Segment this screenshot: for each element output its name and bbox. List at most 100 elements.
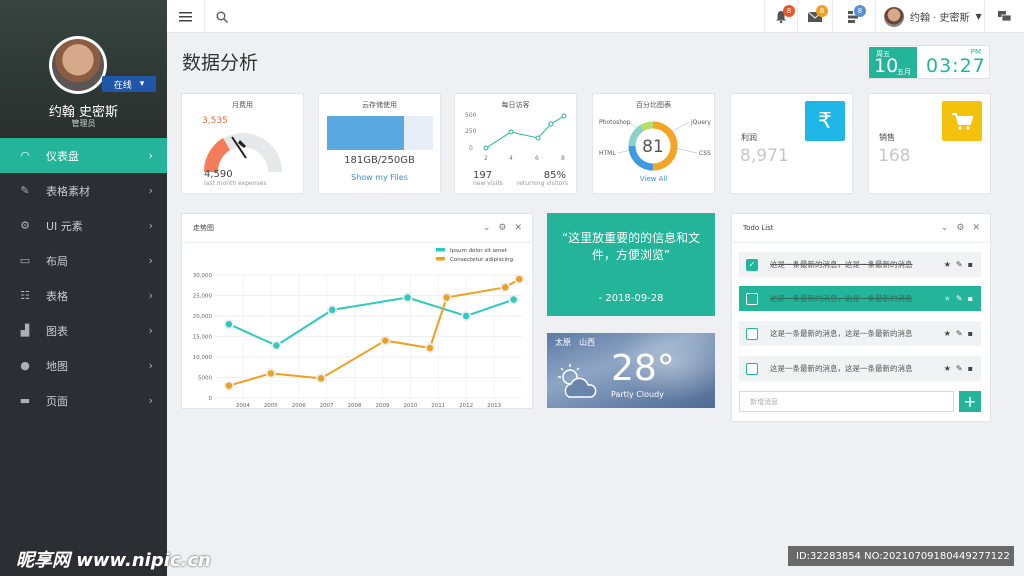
sidebar-item-dashboard[interactable]: ◠ 仪表盘 › bbox=[0, 138, 167, 173]
data-point bbox=[225, 321, 233, 328]
trash-icon[interactable]: ▪ bbox=[968, 260, 973, 269]
legend-label: jQuery bbox=[690, 119, 711, 126]
edit-icon[interactable]: ✎ bbox=[956, 329, 963, 338]
gear-icon[interactable]: ⚙ bbox=[498, 223, 506, 233]
todo-text: 这是一条最新的消息，这是一条最新的消息 bbox=[770, 329, 913, 338]
search-icon bbox=[216, 11, 228, 23]
legend-label: Ipsum dolor sit amet bbox=[450, 248, 508, 254]
edit-icon[interactable]: ✎ bbox=[956, 364, 963, 373]
month: 五月 bbox=[897, 68, 911, 76]
trash-icon[interactable]: ▪ bbox=[968, 364, 973, 373]
chevron-right-icon: › bbox=[148, 219, 153, 232]
avatar[interactable] bbox=[49, 36, 107, 94]
data-point bbox=[510, 296, 517, 303]
x-tick: 8 bbox=[561, 155, 565, 162]
series-line bbox=[228, 296, 514, 347]
trash-icon[interactable]: ▪ bbox=[968, 329, 973, 338]
sidebar-item-ui[interactable]: ⚙ UI 元素 › bbox=[0, 208, 167, 243]
user-menu[interactable]: 约翰 · 史密斯 ▼ bbox=[875, 0, 985, 33]
clock-time: 03:27 bbox=[926, 55, 986, 77]
star-icon[interactable]: ★ bbox=[944, 329, 951, 338]
expense-caption: last month expenses bbox=[204, 180, 267, 187]
weather-panel: 太原 山西 28° Partly Cloudy bbox=[547, 333, 715, 408]
close-icon[interactable]: ✕ bbox=[514, 223, 522, 233]
topbar: 8 8 8 约翰 · 史密斯 ▼ bbox=[167, 0, 1024, 33]
data-point bbox=[462, 312, 470, 320]
menu-toggle-button[interactable] bbox=[167, 0, 205, 33]
gear-icon[interactable]: ⚙ bbox=[956, 223, 964, 233]
star-icon[interactable]: ★ bbox=[944, 364, 951, 373]
sidebar-item-label: 仪表盘 bbox=[46, 149, 79, 163]
table-icon: ☷ bbox=[20, 289, 30, 302]
returning-label: returning visitors bbox=[516, 180, 568, 187]
edit-icon[interactable]: ✎ bbox=[956, 294, 963, 303]
pencil-icon: ✎ bbox=[20, 184, 30, 197]
view-all-link[interactable]: View All bbox=[593, 175, 714, 183]
y-tick-label: 15,000 bbox=[193, 335, 213, 341]
tasks-button[interactable]: 8 bbox=[833, 0, 875, 33]
sidebar-item-layout[interactable]: ▭ 布局 › bbox=[0, 243, 167, 278]
profit-label: 利润 bbox=[741, 133, 757, 142]
todo-item[interactable]: ✓ 这是一条最新的消息，这是一条最新的消息 ★ ✎ ▪ bbox=[739, 252, 981, 277]
day-number: 10 bbox=[874, 55, 899, 77]
todo-item[interactable]: 这是一条最新的消息，这是一条最新的消息 ★ ✎ ▪ bbox=[739, 356, 981, 381]
sidebar-item-maps[interactable]: ● 地图 › bbox=[0, 348, 167, 383]
rupee-icon: ₹ bbox=[805, 101, 845, 141]
plus-icon: + bbox=[963, 392, 977, 411]
trash-icon[interactable]: ▪ bbox=[968, 294, 973, 303]
profit-value: 8,971 bbox=[740, 146, 789, 166]
chat-button[interactable] bbox=[985, 0, 1024, 33]
messages-badge: 8 bbox=[816, 5, 828, 17]
data-point bbox=[267, 370, 275, 377]
add-todo-button[interactable]: + bbox=[959, 391, 981, 412]
data-point bbox=[535, 135, 541, 141]
chevron-down-icon[interactable]: ⌄ bbox=[941, 223, 949, 233]
card-title: 每日访客 bbox=[501, 101, 530, 109]
star-icon[interactable]: ★ bbox=[944, 294, 951, 303]
sales-card: 销售 168 bbox=[868, 93, 991, 194]
sidebar-item-tables[interactable]: ☷ 表格 › bbox=[0, 278, 167, 313]
todo-checkbox[interactable] bbox=[746, 327, 758, 340]
search-button[interactable] bbox=[205, 0, 239, 33]
todo-item[interactable]: 这是一条最新的消息，这是一条最新的消息 ★ ✎ ▪ bbox=[739, 321, 981, 346]
sidebar-item-label: 页面 bbox=[46, 394, 68, 408]
todo-checkbox[interactable] bbox=[746, 292, 758, 305]
messages-button[interactable]: 8 bbox=[798, 0, 833, 33]
sidebar-item-label: 图表 bbox=[46, 324, 68, 338]
sidebar-item-pages[interactable]: ▬ 页面 › bbox=[0, 383, 167, 418]
card-title: 月费用 bbox=[232, 101, 253, 109]
sidebar-item-forms[interactable]: ✎ 表格素材 › bbox=[0, 173, 167, 208]
sidebar-item-charts[interactable]: ▟ 图表 › bbox=[0, 313, 167, 348]
chevron-down-icon[interactable]: ⌄ bbox=[483, 223, 491, 233]
new-todo-input[interactable]: 新增消息 bbox=[739, 391, 954, 412]
star-icon[interactable]: ★ bbox=[944, 260, 951, 269]
chevron-right-icon: › bbox=[148, 289, 153, 302]
edit-icon[interactable]: ✎ bbox=[956, 260, 963, 269]
data-point bbox=[516, 275, 523, 283]
todo-checkbox[interactable]: ✓ bbox=[746, 258, 758, 271]
chevron-right-icon: › bbox=[148, 254, 153, 267]
close-icon[interactable]: ✕ bbox=[972, 223, 980, 233]
folder-icon: ▬ bbox=[19, 394, 31, 407]
status-dropdown[interactable]: 在线 ▾ bbox=[102, 76, 156, 92]
x-tick-label: 2004 bbox=[236, 403, 250, 409]
sidebar-item-label: UI 元素 bbox=[46, 219, 83, 233]
legend-swatch bbox=[436, 248, 445, 252]
sidebar-item-label: 表格素材 bbox=[46, 184, 90, 198]
chevron-right-icon: › bbox=[148, 394, 153, 407]
show-files-link[interactable]: Show my Files bbox=[319, 173, 440, 182]
data-point bbox=[502, 284, 509, 291]
x-tick: 4 bbox=[509, 155, 513, 162]
todo-checkbox[interactable] bbox=[746, 362, 758, 375]
dashboard-icon: ◠ bbox=[20, 149, 30, 162]
quote-panel: “这里放重要的的信息和文件，方便浏览” - 2018-09-28 bbox=[547, 213, 715, 316]
chevron-right-icon: › bbox=[148, 324, 153, 337]
card-title: 百分比图表 bbox=[636, 101, 671, 109]
chat-icon bbox=[998, 11, 1011, 22]
panel-header: 走势图 ⌄ ⚙ ✕ bbox=[182, 214, 532, 243]
notifications-button[interactable]: 8 bbox=[764, 0, 798, 33]
storage-usage: 181GB/250GB bbox=[344, 155, 415, 166]
chevron-right-icon: › bbox=[148, 149, 153, 162]
quote-text: “这里放重要的的信息和文件，方便浏览” bbox=[561, 231, 701, 262]
todo-item[interactable]: 这是一条最新的消息，这是一条最新的消息 ★ ✎ ▪ bbox=[739, 286, 981, 311]
